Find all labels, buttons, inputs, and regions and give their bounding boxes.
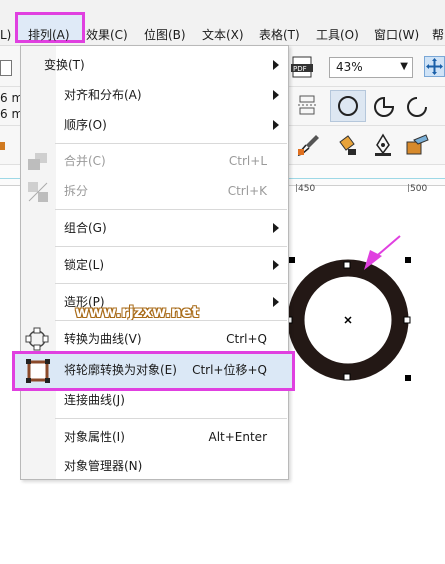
ruler-label: 450 — [298, 184, 316, 194]
ellipse-mode-icon[interactable] — [330, 90, 366, 122]
svg-text:PDF: PDF — [293, 65, 307, 73]
break-apart-shortcut: Ctrl+K — [227, 184, 267, 198]
menu-layout[interactable]: L) — [0, 27, 11, 43]
pen-icon[interactable] — [370, 132, 396, 158]
menu-table[interactable]: 表格(T) — [259, 27, 300, 43]
convert-outline-icon — [25, 358, 51, 384]
convert-to-curves-icon — [25, 327, 49, 351]
menu-separator — [55, 246, 287, 247]
menu-icon-gutter — [21, 46, 56, 479]
menu-bitmaps[interactable]: 位图(B) — [144, 27, 186, 43]
menu-arrange[interactable]: 排列(A) — [28, 27, 70, 43]
menu-item-object-manager[interactable]: 对象管理器(N) — [64, 457, 142, 475]
menu-item-order[interactable]: 顺序(O) — [64, 116, 107, 134]
menu-item-convert-outline-to-object[interactable]: 将轮廓转换为对象(E) — [64, 361, 177, 379]
menu-help[interactable]: 帮 — [432, 27, 444, 43]
menu-text[interactable]: 文本(X) — [202, 27, 244, 43]
pointer-arrow-icon — [364, 235, 401, 270]
submenu-arrow-icon — [273, 260, 279, 270]
menu-window[interactable]: 窗口(W) — [374, 27, 419, 43]
menu-item-object-properties[interactable]: 对象属性(I) — [64, 428, 125, 446]
menu-separator — [55, 418, 287, 419]
menu-tools[interactable]: 工具(O) — [316, 27, 359, 43]
submenu-arrow-icon — [273, 223, 279, 233]
fill-bucket-icon[interactable] — [334, 132, 360, 158]
zoom-select[interactable]: 43% ▼ — [329, 57, 413, 78]
ruler-tick — [296, 184, 297, 192]
submenu-arrow-icon — [273, 297, 279, 307]
eyedropper-icon[interactable] — [296, 132, 322, 158]
menu-separator — [55, 283, 287, 284]
menu-separator — [55, 143, 287, 144]
align-icon[interactable] — [296, 92, 320, 120]
color-icon — [0, 142, 5, 150]
menu-item-break-apart[interactable]: 拆分 — [64, 182, 88, 200]
menu-item-convert-to-curves[interactable]: 转换为曲线(V) — [64, 330, 142, 348]
convert-outline-shortcut: Ctrl+位移+Q — [192, 363, 267, 377]
ruler-label: 500 — [410, 184, 428, 194]
combine-shortcut: Ctrl+L — [228, 154, 267, 168]
break-apart-icon — [27, 181, 49, 203]
object-properties-shortcut: Alt+Enter — [208, 430, 267, 444]
zoom-value: 43% — [336, 60, 363, 74]
menu-item-join-curves[interactable]: 连接曲线(J) — [64, 391, 125, 409]
menu-item-group[interactable]: 组合(G) — [64, 219, 107, 237]
menu-item-align-distribute[interactable]: 对齐和分布(A) — [64, 86, 142, 104]
submenu-arrow-icon — [273, 120, 279, 130]
watermark: www.rjzxw.net — [75, 303, 199, 321]
submenu-arrow-icon — [273, 60, 279, 70]
page-icon[interactable] — [0, 60, 12, 76]
combine-icon — [27, 152, 49, 172]
arc-mode-icon[interactable] — [404, 94, 430, 120]
menu-item-lock[interactable]: 锁定(L) — [64, 256, 104, 274]
chevron-down-icon: ▼ — [400, 61, 408, 72]
ruler-tick — [408, 184, 409, 192]
menu-item-combine[interactable]: 合并(C) — [64, 152, 106, 170]
menu-effects[interactable]: 效果(C) — [86, 27, 128, 43]
arrange-dropdown-menu — [20, 45, 289, 480]
pdf-export-icon[interactable]: PDF — [291, 56, 315, 78]
menu-separator — [55, 209, 287, 210]
interactive-fill-icon[interactable] — [404, 132, 430, 158]
menu-item-transform[interactable]: 变换(T) — [44, 56, 85, 74]
submenu-arrow-icon — [273, 90, 279, 100]
menu-separator — [55, 320, 287, 321]
pie-mode-icon[interactable] — [371, 94, 397, 120]
convert-to-curves-shortcut: Ctrl+Q — [226, 332, 267, 346]
full-screen-icon[interactable] — [424, 56, 445, 77]
